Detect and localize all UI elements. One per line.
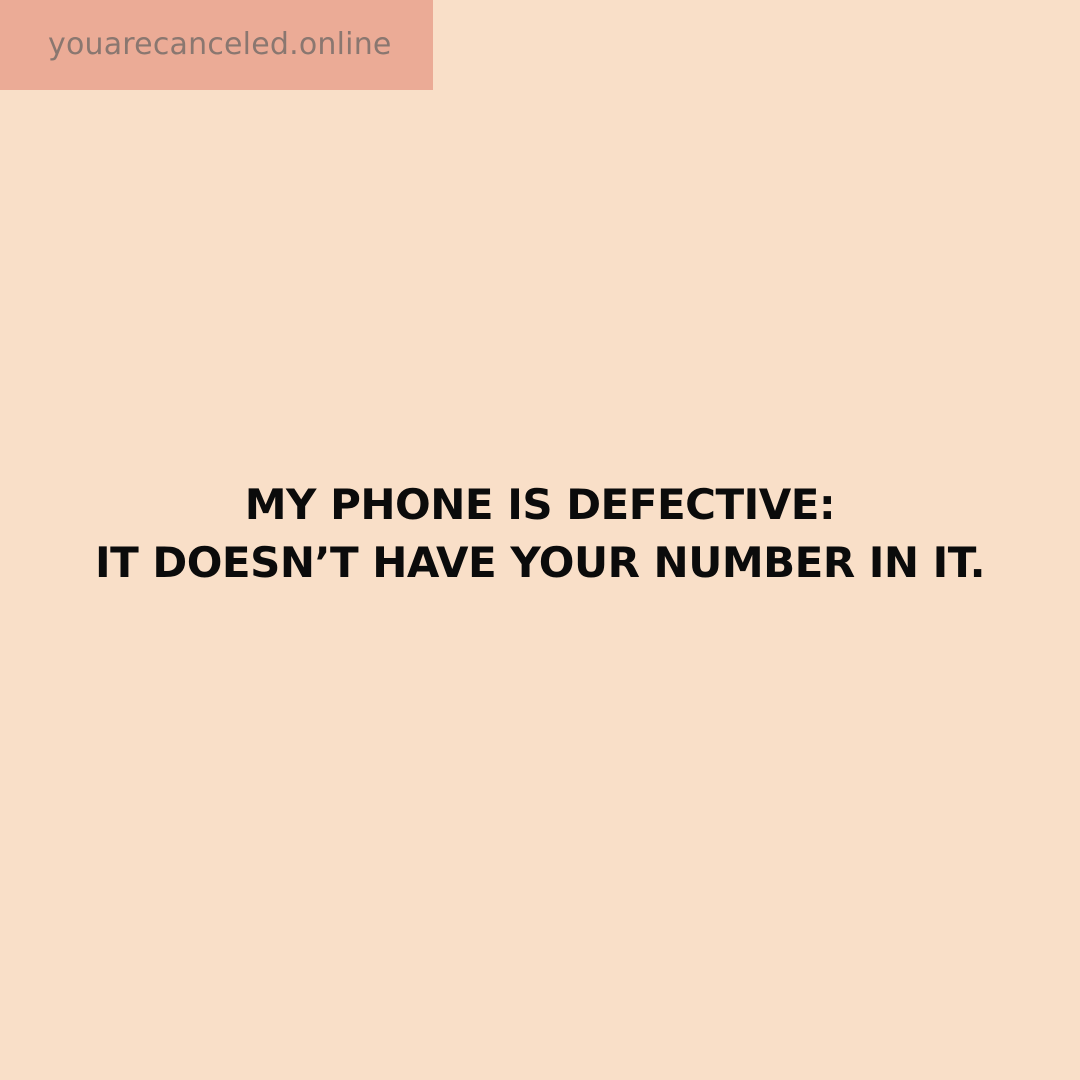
quote-text: MY PHONE IS DEFECTIVE: IT DOESN’T HAVE Y… (0, 476, 1080, 592)
site-label: youarecanceled.online (48, 27, 392, 62)
site-badge: youarecanceled.online (0, 0, 433, 90)
quote-line-2: IT DOESN’T HAVE YOUR NUMBER IN IT. (94, 538, 986, 587)
quote-line-1: MY PHONE IS DEFECTIVE: (244, 480, 836, 529)
